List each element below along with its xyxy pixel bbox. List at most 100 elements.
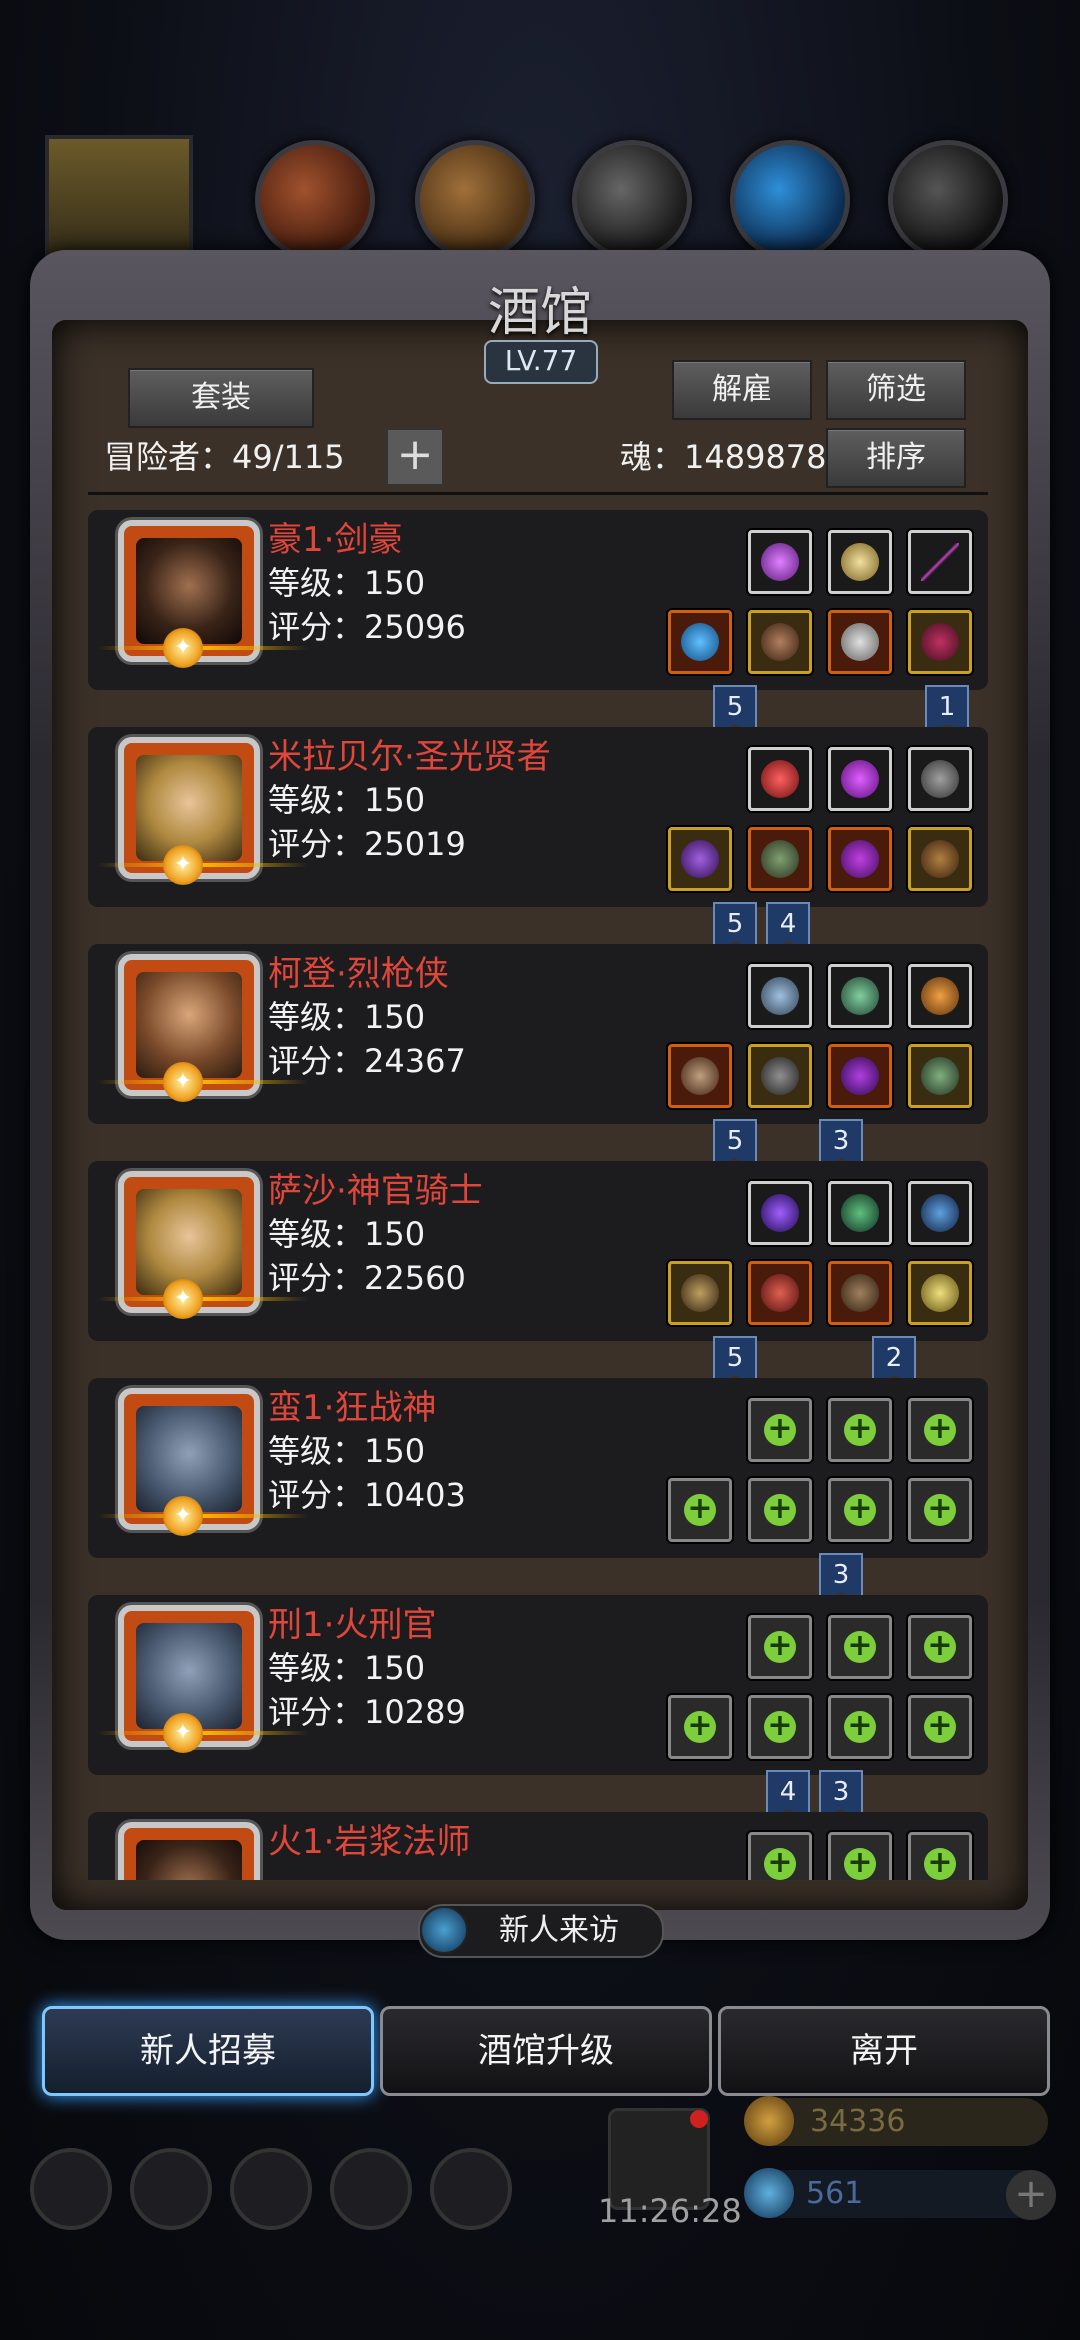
empty-slot-add-icon[interactable]: + bbox=[668, 1478, 732, 1542]
equipment-slot-goggles[interactable] bbox=[828, 964, 892, 1028]
hero-card[interactable]: 火1·岩浆法师 + + + bbox=[88, 1812, 988, 1880]
equipment-slot-gauntlet[interactable] bbox=[748, 964, 812, 1028]
visitor-compass-icon bbox=[420, 1906, 468, 1954]
star-badge-icon: ✦ bbox=[163, 1496, 203, 1536]
filter-button[interactable]: 筛选 bbox=[826, 360, 966, 420]
empty-slot-add-icon[interactable]: + bbox=[908, 1695, 972, 1759]
tavern-upgrade-button[interactable]: 酒馆升级 bbox=[380, 2006, 712, 2096]
hero-level: 等级：150 bbox=[268, 998, 426, 1036]
hero-list[interactable]: ✦ 豪1·剑豪 等级：150 评分：25096 5 1 ✦ 米拉贝尔·圣光贤者 … bbox=[88, 505, 988, 1880]
empty-slot-add-icon[interactable]: + bbox=[908, 1478, 972, 1542]
mail-icon[interactable] bbox=[330, 2148, 412, 2230]
settings-gear-icon[interactable] bbox=[30, 2148, 112, 2230]
set-button[interactable]: 套装 bbox=[128, 368, 314, 428]
empty-slot-add-icon[interactable]: + bbox=[908, 1832, 972, 1880]
gem-amount: 561 bbox=[806, 2176, 864, 2211]
equipment-slot-staff[interactable] bbox=[908, 530, 972, 594]
slot-count-tag: 1 bbox=[925, 685, 969, 733]
equipment-slot-vial[interactable] bbox=[908, 1181, 972, 1245]
panel-title: 酒馆 bbox=[487, 283, 592, 343]
equipment-slot-scroll[interactable] bbox=[908, 747, 972, 811]
resource-orb-stone[interactable] bbox=[888, 140, 1008, 260]
hero-name: 蛮1·狂战神 bbox=[268, 1388, 437, 1428]
sort-button[interactable]: 排序 bbox=[826, 428, 966, 488]
hero-card[interactable]: ✦ 刑1·火刑官 等级：150 评分：10289 + + + + + + + bbox=[88, 1595, 988, 1775]
equipment-slot-gem[interactable] bbox=[748, 530, 812, 594]
equipment-slot-potion[interactable] bbox=[748, 747, 812, 811]
tavern-level-badge: LV.77 bbox=[484, 340, 598, 384]
castle-icon[interactable] bbox=[230, 2148, 312, 2230]
empty-slot-add-icon[interactable]: + bbox=[828, 1832, 892, 1880]
add-gems-plus-icon[interactable]: + bbox=[1006, 2170, 1056, 2220]
empty-slot-add-icon[interactable]: + bbox=[748, 1398, 812, 1462]
hero-card[interactable]: ✦ 豪1·剑豪 等级：150 评分：25096 bbox=[88, 510, 988, 690]
empty-slot-add-icon[interactable]: + bbox=[748, 1615, 812, 1679]
recruit-button[interactable]: 新人招募 bbox=[42, 2006, 374, 2096]
equipment-slot-bag[interactable] bbox=[908, 827, 972, 891]
hero-card[interactable]: ✦ 柯登·烈枪侠 等级：150 评分：24367 bbox=[88, 944, 988, 1124]
star-badge-icon: ✦ bbox=[163, 845, 203, 885]
empty-slot-add-icon[interactable]: + bbox=[828, 1695, 892, 1759]
slot-count-tag: 4 bbox=[766, 902, 810, 950]
slot-count-tag: 5 bbox=[713, 685, 757, 733]
empty-slot-add-icon[interactable]: + bbox=[748, 1695, 812, 1759]
empty-slot-add-icon[interactable]: + bbox=[748, 1832, 812, 1880]
hero-level: 等级：150 bbox=[268, 781, 426, 819]
hero-name: 柯登·烈枪侠 bbox=[268, 954, 449, 994]
equipment-slot-belt[interactable] bbox=[828, 1181, 892, 1245]
equipment-slot-orb[interactable] bbox=[748, 1181, 812, 1245]
equipment-slot-book[interactable] bbox=[828, 1261, 892, 1325]
hero-card[interactable]: ✦ 萨沙·神官骑士 等级：150 评分：22560 bbox=[88, 1161, 988, 1341]
empty-slot-add-icon[interactable]: + bbox=[908, 1615, 972, 1679]
equipment-slot-gem[interactable] bbox=[828, 747, 892, 811]
hero-card[interactable]: ✦ 米拉贝尔·圣光贤者 等级：150 评分：25019 bbox=[88, 727, 988, 907]
empty-slot-add-icon[interactable]: + bbox=[908, 1398, 972, 1462]
hero-card[interactable]: ✦ 蛮1·狂战神 等级：150 评分：10403 + + + + + + + bbox=[88, 1378, 988, 1558]
empty-slot-add-icon[interactable]: + bbox=[828, 1398, 892, 1462]
hero-level: 等级：150 bbox=[268, 1215, 426, 1253]
equipment-slot-armor[interactable] bbox=[748, 827, 812, 891]
gold-coin-icon bbox=[744, 2096, 794, 2146]
equipment-slot-sword[interactable] bbox=[668, 1044, 732, 1108]
leave-button[interactable]: 离开 bbox=[718, 2006, 1050, 2096]
map-icon[interactable] bbox=[430, 2148, 512, 2230]
equipment-slot-shield[interactable] bbox=[908, 1261, 972, 1325]
empty-slot-add-icon[interactable]: + bbox=[828, 1615, 892, 1679]
resource-orb-iron[interactable] bbox=[572, 140, 692, 260]
dismiss-button[interactable]: 解雇 bbox=[672, 360, 812, 420]
equipment-slot-staff[interactable] bbox=[668, 827, 732, 891]
empty-slot-add-icon[interactable]: + bbox=[828, 1478, 892, 1542]
equipment-slot-boots[interactable] bbox=[908, 610, 972, 674]
resource-orb-wood[interactable] bbox=[415, 140, 535, 260]
equipment-slot-amulet[interactable] bbox=[828, 530, 892, 594]
equipment-slot-armor[interactable] bbox=[748, 610, 812, 674]
slot-count-tag: 5 bbox=[713, 1119, 757, 1167]
slot-count-tag: 3 bbox=[819, 1770, 863, 1818]
clock-time: 11:26:28 bbox=[598, 2192, 742, 2230]
equipment-slot-dagger[interactable] bbox=[668, 610, 732, 674]
resource-orb-crystal[interactable] bbox=[730, 140, 850, 260]
equipment-slot-necklace[interactable] bbox=[828, 1044, 892, 1108]
soul-count: 魂：1489878 bbox=[620, 438, 827, 476]
divider bbox=[88, 492, 988, 495]
equipment-slot-wand[interactable] bbox=[828, 827, 892, 891]
hero-name: 豪1·剑豪 bbox=[268, 520, 403, 560]
empty-slot-add-icon[interactable]: + bbox=[748, 1478, 812, 1542]
equipment-slot-armor[interactable] bbox=[748, 1044, 812, 1108]
equipment-slot-helmet[interactable] bbox=[828, 610, 892, 674]
equipment-slot-mace[interactable] bbox=[668, 1261, 732, 1325]
hero-level: 等级：150 bbox=[268, 1432, 426, 1470]
empty-slot-add-icon[interactable]: + bbox=[668, 1695, 732, 1759]
equipment-slot-armor[interactable] bbox=[748, 1261, 812, 1325]
hero-name: 刑1·火刑官 bbox=[268, 1605, 437, 1645]
hero-score: 评分：10289 bbox=[268, 1693, 466, 1731]
gem-icon bbox=[744, 2168, 794, 2218]
equipment-slot-shield[interactable] bbox=[908, 1044, 972, 1108]
equipment-slot-lantern[interactable] bbox=[908, 964, 972, 1028]
slot-count-tag: 4 bbox=[766, 1770, 810, 1818]
resource-orb-meat[interactable] bbox=[255, 140, 375, 260]
hero-level: 等级：150 bbox=[268, 564, 426, 602]
menu-icon[interactable] bbox=[130, 2148, 212, 2230]
add-capacity-button[interactable]: + bbox=[386, 428, 444, 486]
slot-count-tag: 5 bbox=[713, 1336, 757, 1384]
